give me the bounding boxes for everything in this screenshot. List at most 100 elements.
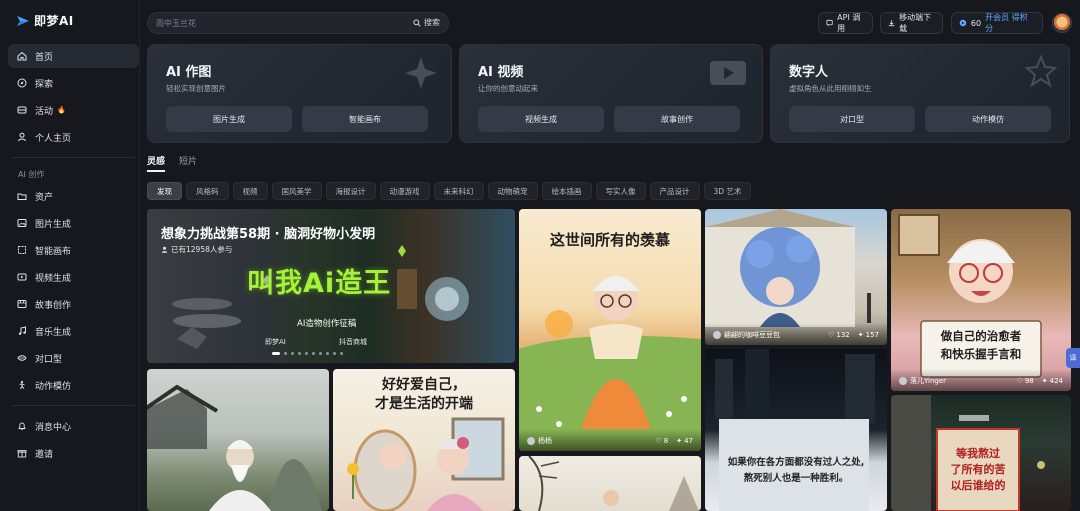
sidebar-item-lip-sync[interactable]: 对口型 xyxy=(8,346,139,370)
remix-count[interactable]: ✦ 47 xyxy=(676,437,693,445)
like-count[interactable]: ♡ 132 xyxy=(828,331,850,339)
billboard-text-line1: 如果你在各方面都没有过人之处, xyxy=(727,457,865,468)
sidebar-item-messages[interactable]: 消息中心 xyxy=(8,414,139,438)
bell-icon xyxy=(17,421,27,431)
tab-inspiration[interactable]: 灵感 xyxy=(147,154,166,172)
download-button[interactable]: 移动端下载 xyxy=(880,12,943,34)
search-button[interactable]: 搜索 xyxy=(413,17,440,28)
banner-brand-jimeng: 即梦AI xyxy=(265,338,286,346)
carousel-dot[interactable] xyxy=(298,352,301,355)
remix-count[interactable]: ✦ 157 xyxy=(858,331,879,339)
feature-title: AI 作图 xyxy=(166,65,212,80)
chip-portrait[interactable]: 写实人像 xyxy=(595,182,646,200)
feature-card-digital-human: 数字人 虚拟角色从此用栩栩如生 对口型 动作模仿 xyxy=(770,44,1070,143)
sidebar-item-invite[interactable]: 邀请 xyxy=(8,441,139,465)
carousel-dot[interactable] xyxy=(272,352,280,355)
sidebar-item-label: 图片生成 xyxy=(35,219,72,230)
gallery-card-flower-girl[interactable]: 翩翩的咖啡豆豆包 ♡ 132 ✦ 157 xyxy=(705,209,887,345)
chip-scifi[interactable]: 未来科幻 xyxy=(433,182,484,200)
carousel-dot[interactable] xyxy=(291,352,294,355)
alley-text-line3: 以后谁给的 xyxy=(950,479,1006,492)
gallery-card-sage[interactable] xyxy=(147,369,329,511)
category-filter: 发现 风格码 视频 国风美学 海报设计 动漫游戏 未来科幻 动物萌宠 绘本插画 … xyxy=(147,182,752,200)
sidebar-item-home[interactable]: 首页 xyxy=(8,44,139,68)
story-create-button[interactable]: 故事创作 xyxy=(614,106,740,132)
video-gen-button[interactable]: 视频生成 xyxy=(478,106,604,132)
author-name: 落儿Yinger xyxy=(910,377,947,385)
tab-short-films[interactable]: 短片 xyxy=(179,154,197,172)
chip-guofeng[interactable]: 国风美学 xyxy=(271,182,322,200)
sidebar-item-label: 首页 xyxy=(35,52,54,63)
gallery-card-granny-mirror[interactable]: 好好爱自己， 才是生活的开端 xyxy=(333,369,515,511)
like-value: 98 xyxy=(1024,377,1034,385)
sparkle-decoration-icon xyxy=(405,57,437,89)
chip-pets[interactable]: 动物萌宠 xyxy=(487,182,538,200)
carousel-dot[interactable] xyxy=(312,352,315,355)
sidebar-item-profile[interactable]: 个人主页 xyxy=(8,125,139,149)
sage-illustration xyxy=(147,384,322,511)
sidebar-item-explore[interactable]: 探索 xyxy=(8,71,139,95)
sidebar-item-motion[interactable]: 动作模仿 xyxy=(8,373,139,397)
image-gen-button[interactable]: 图片生成 xyxy=(166,106,292,132)
user-avatar[interactable] xyxy=(1052,13,1072,33)
logo[interactable]: 即梦AI xyxy=(16,12,74,29)
sidebar-item-canvas[interactable]: 智能画布 xyxy=(8,238,139,262)
carousel-dot[interactable] xyxy=(333,352,336,355)
chip-video[interactable]: 视频 xyxy=(232,182,268,200)
card-author[interactable]: 落儿Yinger xyxy=(899,376,1009,386)
gallery-card-alley-sign[interactable]: 等我熬过 了所有的苦 以后谁给的 xyxy=(891,395,1071,511)
sidebar-item-label: 音乐生成 xyxy=(35,327,72,338)
billboard-illustration xyxy=(715,349,875,511)
download-button-label: 移动端下载 xyxy=(899,13,932,33)
search-icon xyxy=(413,18,421,27)
motion-mimic-button[interactable]: 动作模仿 xyxy=(925,106,1051,132)
like-count[interactable]: ♡ 8 xyxy=(655,437,668,445)
sidebar-item-assets[interactable]: 资产 xyxy=(8,184,139,208)
chip-3d-art[interactable]: 3D 艺术 xyxy=(703,182,752,200)
remix-count[interactable]: ✦ 424 xyxy=(1042,377,1063,385)
chip-product[interactable]: 产品设计 xyxy=(649,182,700,200)
carousel-dot[interactable] xyxy=(340,352,343,355)
alley-text-line1: 等我熬过 xyxy=(956,447,1000,460)
sidebar-item-activity[interactable]: 活动 🔥 xyxy=(8,98,139,122)
sidebar-item-video-gen[interactable]: 视频生成 xyxy=(8,265,139,289)
gallery-card-granny-field[interactable]: 这世间所有的羡慕 杨杨 ♡ 8 ✦ 47 xyxy=(519,209,701,451)
credits-button[interactable]: 60 开会员 得积分 xyxy=(951,12,1043,34)
gallery-card-ink[interactable] xyxy=(519,456,701,511)
carousel-dot[interactable] xyxy=(305,352,308,355)
chip-poster[interactable]: 海报设计 xyxy=(325,182,376,200)
star-decoration-icon xyxy=(1024,54,1058,88)
gallery-card-granny-sign[interactable]: 做自己的治愈者 和快乐握手言和 落儿Yinger ♡ 98 ✦ 424 xyxy=(891,209,1071,391)
sidebar-item-music[interactable]: 音乐生成 xyxy=(8,319,139,343)
sidebar-item-image-gen[interactable]: 图片生成 xyxy=(8,211,139,235)
chip-discover[interactable]: 发现 xyxy=(147,182,182,200)
card-author[interactable]: 杨杨 xyxy=(527,436,647,446)
chip-style-code[interactable]: 风格码 xyxy=(186,182,229,200)
gallery-card-billboard[interactable]: 如果你在各方面都没有过人之处, 熬死别人也是一种胜利。 xyxy=(705,349,887,511)
chip-anime-game[interactable]: 动漫游戏 xyxy=(379,182,430,200)
sidebar-item-story[interactable]: 故事创作 xyxy=(8,292,139,316)
banner-brand-douyin: 抖音商城 xyxy=(339,338,367,346)
logo-icon xyxy=(17,15,29,26)
card-author[interactable]: 翩翩的咖啡豆豆包 xyxy=(713,330,820,340)
search-input[interactable] xyxy=(156,17,406,30)
vip-link[interactable]: 开会员 得积分 xyxy=(985,12,1035,34)
card-caption-line2: 才是生活的开端 xyxy=(375,396,473,412)
chip-picture-book[interactable]: 绘本插画 xyxy=(541,182,592,200)
carousel-dot[interactable] xyxy=(319,352,322,355)
author-avatar xyxy=(899,377,907,385)
sidebar-item-label: 探索 xyxy=(35,79,54,90)
feature-subtitle: 让你的创意动起来 xyxy=(478,84,538,93)
carousel-dot[interactable] xyxy=(326,352,329,355)
smart-canvas-button[interactable]: 智能画布 xyxy=(302,106,428,132)
banner-title: 想象力挑战第58期 · 脑洞好物小发明 xyxy=(161,227,376,242)
carousel-dot[interactable] xyxy=(284,352,287,355)
like-count[interactable]: ♡ 98 xyxy=(1017,377,1034,385)
lip-sync-button[interactable]: 对口型 xyxy=(789,106,915,132)
translate-side-tab[interactable]: 译 xyxy=(1066,348,1080,368)
main-nav: 首页 探索 活动 🔥 个人主页 AI 创作 资产 图片生成 智能画布 视频生成 … xyxy=(8,44,139,468)
api-button[interactable]: API 调用 xyxy=(818,12,873,34)
challenge-banner[interactable]: 想象力挑战第58期 · 脑洞好物小发明 已有12958人参与 叫我Ai造王 AI… xyxy=(147,209,515,363)
sidebar-item-label: 对口型 xyxy=(35,354,63,365)
search-button-label: 搜索 xyxy=(424,18,440,27)
